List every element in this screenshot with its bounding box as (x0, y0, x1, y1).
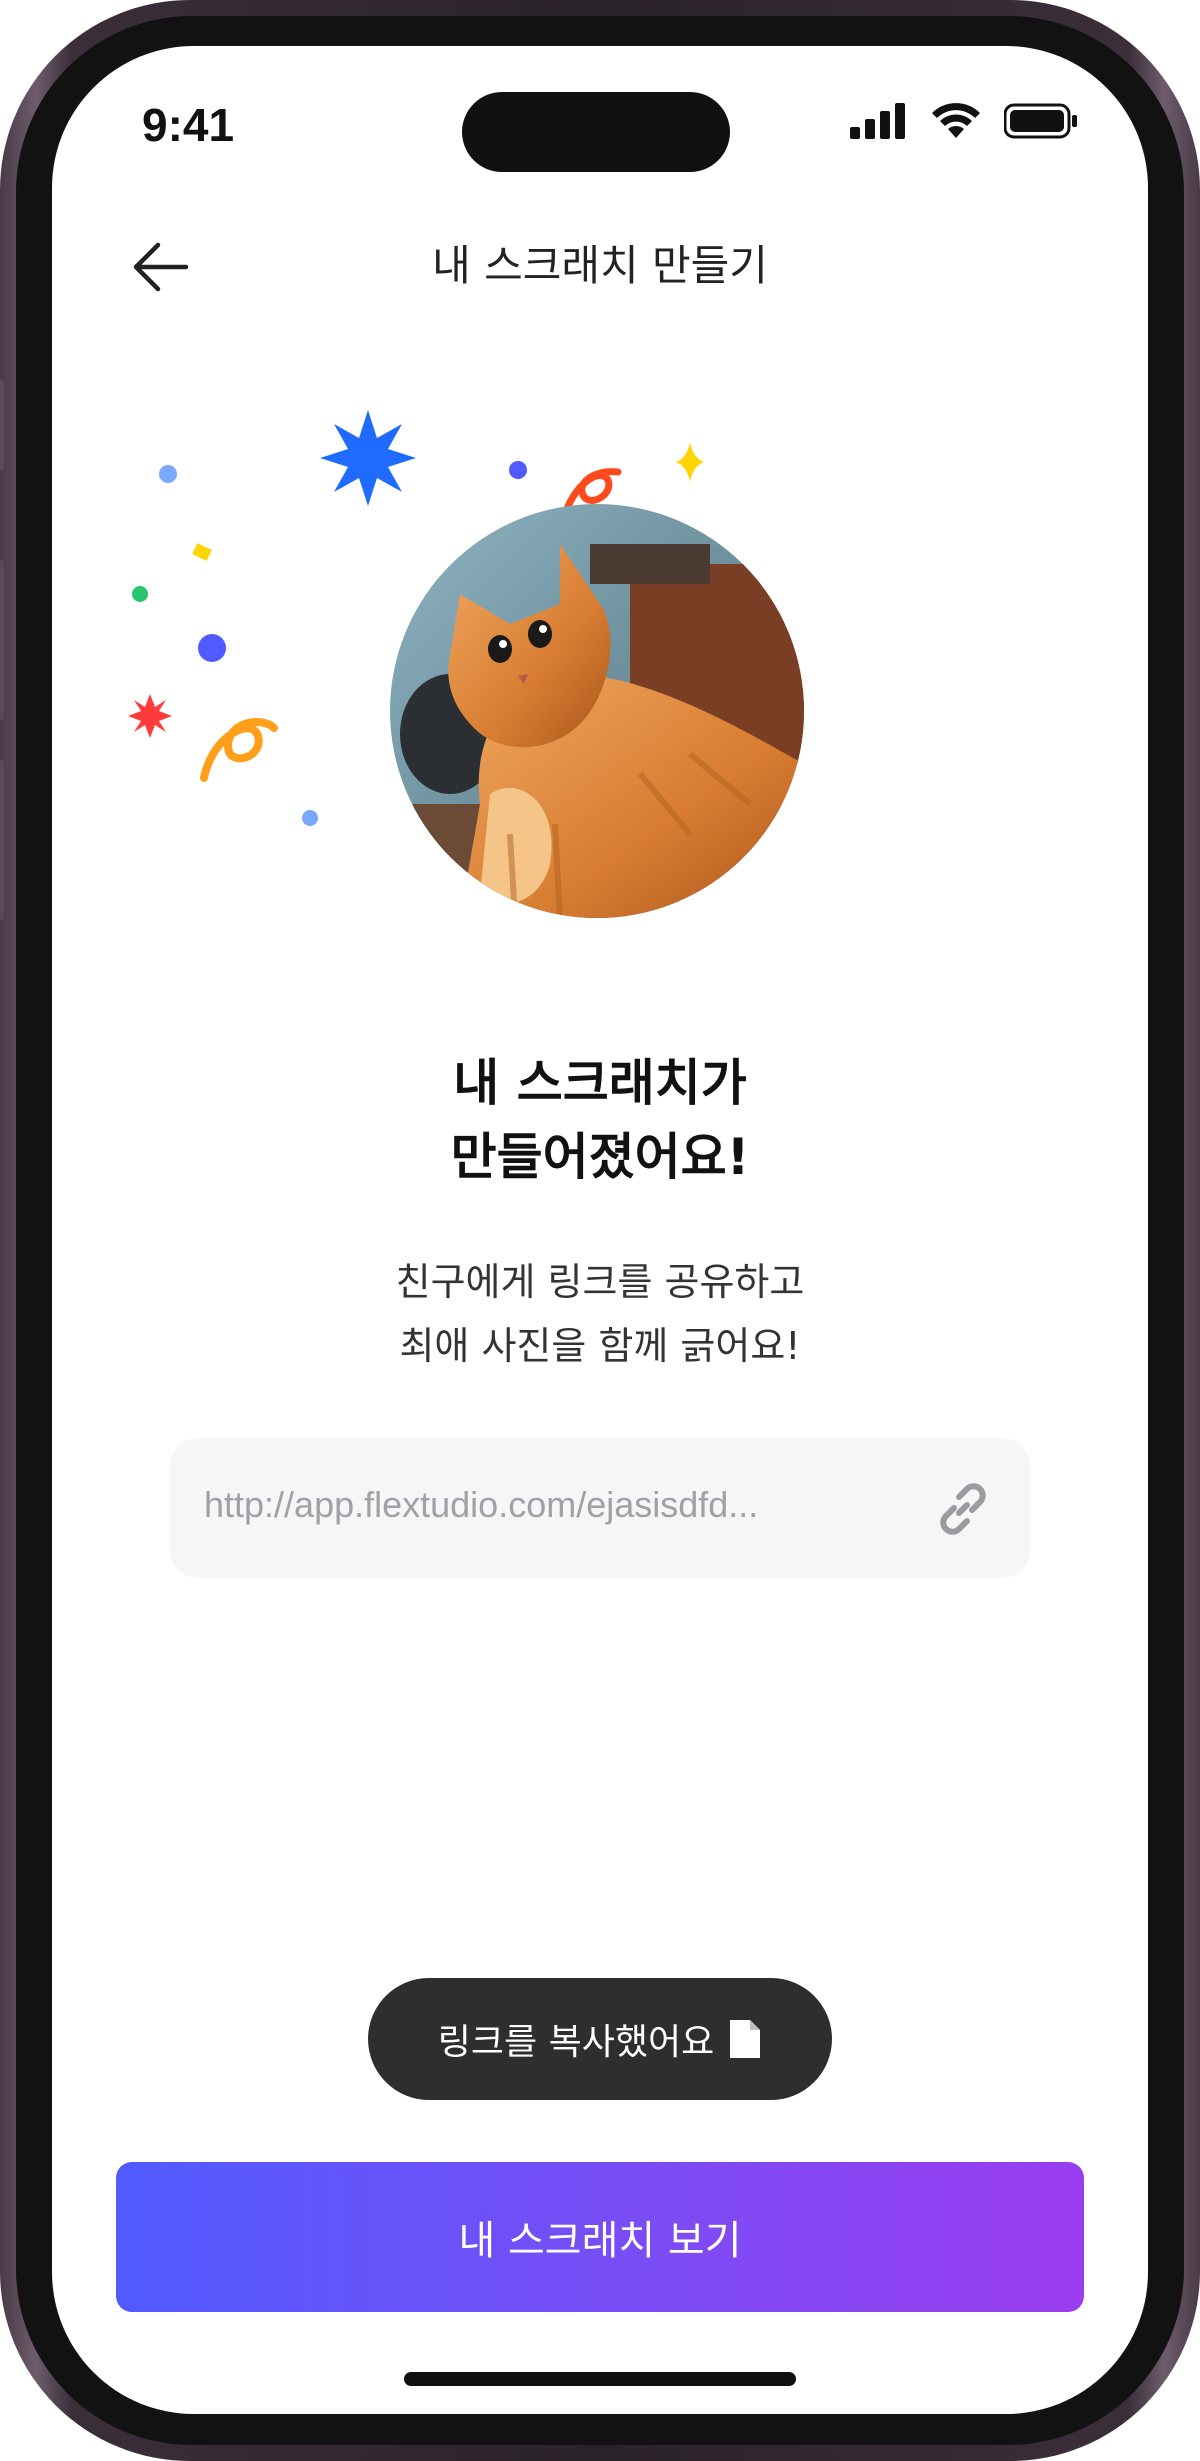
page-title: 내 스크래치 만들기 (432, 241, 768, 290)
phone-frame: 9:41 내 스크래치 만들기 내 스크래치가 만들어졌어요! 친구에게 링크를… (0, 0, 1200, 2461)
copy-toast: 링크를 복사했어요 (368, 1978, 832, 2100)
confetti-dot (159, 465, 177, 483)
cat-photo (390, 504, 804, 918)
orange-squiggle (200, 718, 278, 782)
dynamic-island (462, 92, 730, 172)
status-icons (850, 102, 1078, 140)
blue-starburst-icon (320, 410, 416, 506)
app-screen: 9:41 내 스크래치 만들기 내 스크래치가 만들어졌어요! 친구에게 링크를… (52, 46, 1148, 2414)
home-indicator[interactable] (404, 2372, 796, 2386)
profile-photo (390, 504, 804, 918)
cta-label: 내 스크래치 보기 (458, 2218, 742, 2264)
headline-line-1: 내 스크래치가 (453, 1054, 747, 1112)
status-time: 9:41 (142, 99, 235, 151)
success-headline: 내 스크래치가 만들어졌어요! (52, 1046, 1148, 1194)
document-icon (730, 2020, 761, 2058)
link-chain-icon (940, 1483, 986, 1535)
headline-line-2: 만들어졌어요! (450, 1128, 750, 1186)
description-text: 친구에게 링크를 공유하고 최애 사진을 함께 긁어요! (52, 1250, 1148, 1378)
description-line-2: 최애 사진을 함께 긁어요! (399, 1324, 801, 1368)
volume-up-button (0, 560, 4, 720)
toast-label: 링크를 복사했어요 (437, 2022, 715, 2063)
view-my-scratch-button[interactable]: 내 스크래치 보기 (116, 2162, 1084, 2312)
confetti-dot (198, 634, 226, 662)
cellular-signal-icon (850, 103, 905, 139)
red-starburst-icon (128, 694, 172, 738)
description-line-1: 친구에게 링크를 공유하고 (395, 1260, 805, 1304)
battery-icon (1004, 103, 1077, 139)
mute-switch (0, 380, 4, 470)
share-link-field[interactable]: http://app.flextudio.com/ejasisdfd... (170, 1438, 1030, 1578)
yellow-sparkle-icon (676, 442, 704, 482)
share-link-url: http://app.flextudio.com/ejasisdfd... (204, 1484, 759, 1525)
confetti-dot (132, 586, 148, 602)
wifi-icon (932, 103, 980, 138)
volume-down-button (0, 760, 4, 920)
confetti-dot (509, 461, 527, 479)
confetti-dot (302, 810, 318, 826)
confetti-piece (192, 543, 212, 561)
copy-link-button[interactable] (932, 1478, 994, 1540)
